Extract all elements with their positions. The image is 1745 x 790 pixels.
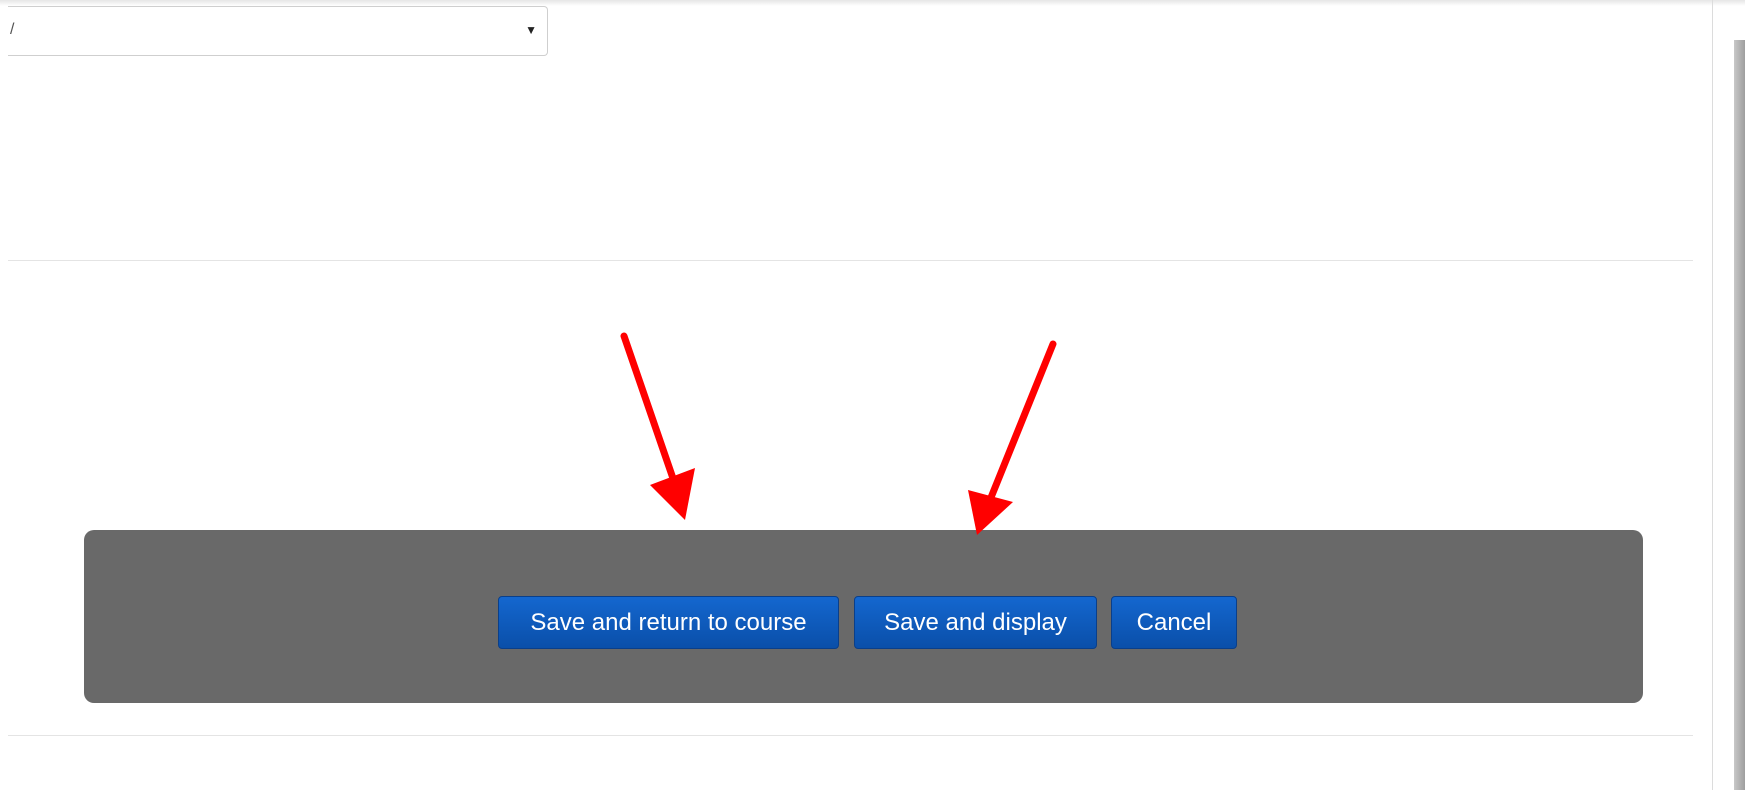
- content-right-border: [1712, 0, 1713, 790]
- scrollbar[interactable]: [1734, 40, 1745, 790]
- section-divider: [8, 735, 1693, 736]
- page: / ▼ Save and return to course Save and d…: [0, 0, 1745, 790]
- caret-down-icon: ▼: [525, 23, 537, 37]
- save-and-display-button[interactable]: Save and display: [854, 596, 1097, 649]
- dropdown-select[interactable]: / ▼: [8, 6, 548, 56]
- save-and-return-button[interactable]: Save and return to course: [498, 596, 839, 649]
- cancel-button[interactable]: Cancel: [1111, 596, 1237, 649]
- form-action-bar: Save and return to course Save and displ…: [84, 530, 1643, 703]
- arrow-icon-right: [968, 340, 1057, 535]
- arrow-icon-left: [620, 332, 695, 520]
- section-divider: [8, 260, 1693, 261]
- dropdown-selected-value: /: [10, 21, 15, 38]
